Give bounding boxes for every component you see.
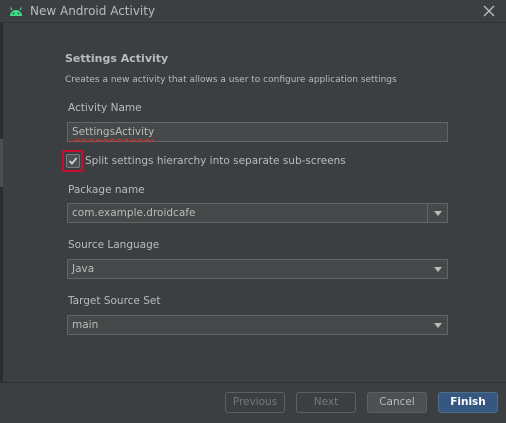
chevron-down-icon[interactable] (434, 211, 442, 216)
finish-button[interactable]: Finish (438, 392, 498, 413)
next-button[interactable]: Next (296, 392, 356, 413)
package-name-label: Package name (68, 184, 145, 196)
window-title: New Android Activity (30, 4, 156, 18)
source-language-label: Source Language (68, 239, 160, 251)
package-name-value: com.example.droidcafe (72, 207, 196, 219)
source-language-select[interactable]: Java (67, 259, 448, 279)
chevron-down-icon (434, 267, 442, 272)
check-icon (68, 157, 78, 165)
activity-name-input[interactable]: SettingsActivity (67, 122, 448, 142)
left-edge (0, 23, 3, 423)
android-icon (9, 7, 23, 16)
target-source-set-select[interactable]: main (67, 315, 448, 335)
source-language-value: Java (72, 263, 95, 275)
page-description: Creates a new activity that allows a use… (65, 75, 397, 85)
target-source-set-value: main (72, 319, 99, 331)
page-title: Settings Activity (65, 52, 169, 65)
close-icon[interactable] (481, 3, 497, 19)
split-settings-label: Split settings hierarchy into separate s… (85, 155, 346, 167)
activity-name-label: Activity Name (68, 102, 142, 114)
package-name-combobox[interactable]: com.example.droidcafe (67, 203, 448, 223)
title-bar: New Android Activity (0, 0, 506, 23)
cancel-button[interactable]: Cancel (367, 392, 427, 413)
target-source-set-label: Target Source Set (68, 295, 161, 307)
chevron-down-icon (434, 323, 442, 328)
activity-name-value: SettingsActivity (72, 126, 155, 138)
split-settings-checkbox[interactable] (66, 154, 80, 168)
new-android-activity-dialog: New Android Activity Settings Activity C… (0, 0, 506, 423)
previous-button[interactable]: Previous (225, 392, 285, 413)
